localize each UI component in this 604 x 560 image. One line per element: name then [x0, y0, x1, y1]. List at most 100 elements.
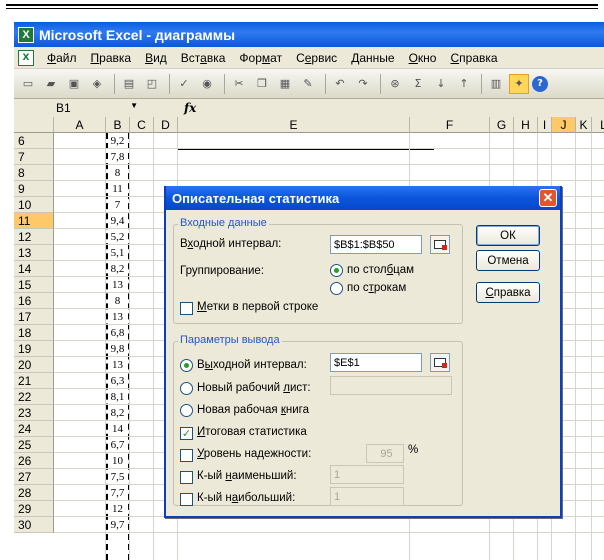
cell-b-value[interactable]: 7,8 — [106, 149, 129, 165]
row-header[interactable]: 22 — [14, 389, 54, 405]
new-document-icon[interactable]: ▭ — [18, 74, 38, 94]
row-header[interactable]: 28 — [14, 485, 54, 501]
row-header[interactable]: 12 — [14, 229, 54, 245]
row-header[interactable]: 7 — [14, 149, 54, 165]
print-preview-icon[interactable]: ◰ — [142, 74, 162, 94]
cell-b-value[interactable]: 9,8 — [106, 341, 129, 357]
cell-b-value[interactable]: 9,7 — [106, 517, 129, 533]
column-header[interactable]: F — [410, 117, 490, 133]
row-header[interactable]: 17 — [14, 309, 54, 325]
cell-b-value[interactable]: 7,7 — [106, 485, 129, 501]
cell-b-value[interactable]: 12 — [106, 501, 129, 517]
kth-largest-field[interactable]: 1 — [330, 487, 404, 506]
cell-b-value[interactable]: 9,2 — [106, 133, 129, 149]
row-header[interactable]: 30 — [14, 517, 54, 533]
menu-item[interactable]: Окно — [402, 51, 444, 65]
output-range-field[interactable]: $E$1 — [330, 353, 422, 372]
cell-b-value[interactable]: 6,3 — [106, 373, 129, 389]
ok-button[interactable]: ОК — [476, 225, 540, 246]
column-header[interactable]: K — [576, 117, 592, 133]
column-header[interactable]: B — [106, 117, 130, 133]
cell-b-value[interactable]: 11 — [106, 181, 129, 197]
cell-b-value[interactable]: 9,4 — [106, 213, 129, 229]
row-header[interactable]: 10 — [14, 197, 54, 213]
row-header[interactable]: 16 — [14, 293, 54, 309]
row-header[interactable]: 23 — [14, 405, 54, 421]
cell-b-value[interactable]: 5,1 — [106, 245, 129, 261]
row-header[interactable]: 27 — [14, 469, 54, 485]
chart-wizard-icon[interactable]: ▥ — [486, 74, 506, 94]
row-header[interactable]: 14 — [14, 261, 54, 277]
row-header[interactable]: 8 — [14, 165, 54, 181]
output-range-radio[interactable] — [180, 359, 193, 372]
new-sheet-radio[interactable] — [180, 382, 193, 395]
save-icon[interactable]: ▣ — [64, 74, 84, 94]
new-workbook-radio[interactable] — [180, 404, 193, 417]
column-header[interactable]: C — [130, 117, 154, 133]
cell-b-value[interactable]: 8,2 — [106, 405, 129, 421]
column-header[interactable]: G — [490, 117, 514, 133]
spelling-icon[interactable]: ✓ — [174, 74, 194, 94]
workbook-icon[interactable]: X — [18, 49, 34, 66]
collapse-dialog-icon[interactable] — [430, 353, 450, 372]
menu-item[interactable]: Формат — [232, 51, 289, 65]
cell-b-value[interactable]: 6,8 — [106, 325, 129, 341]
row-header[interactable]: 20 — [14, 357, 54, 373]
open-folder-icon[interactable]: ▰ — [41, 74, 61, 94]
kth-smallest-checkbox[interactable] — [180, 471, 193, 484]
row-header[interactable]: 21 — [14, 373, 54, 389]
kth-smallest-field[interactable]: 1 — [330, 465, 404, 484]
autosum-icon[interactable]: Σ — [408, 74, 428, 94]
help-button[interactable]: Справка — [476, 282, 540, 303]
cell-b-value[interactable]: 8 — [106, 293, 129, 309]
row-header[interactable]: 11 — [14, 213, 54, 229]
permission-icon[interactable]: ◈ — [87, 74, 107, 94]
sort-descending-icon[interactable]: ↑ — [454, 74, 474, 94]
undo-icon[interactable]: ↶ — [330, 74, 350, 94]
research-icon[interactable]: ◉ — [197, 74, 217, 94]
row-header[interactable]: 29 — [14, 501, 54, 517]
row-header[interactable]: 6 — [14, 133, 54, 149]
cell-b-value[interactable]: 6,7 — [106, 437, 129, 453]
row-header[interactable]: 24 — [14, 421, 54, 437]
paste-icon[interactable]: ▦ — [275, 74, 295, 94]
group-by-columns-radio[interactable] — [330, 264, 343, 277]
menu-item[interactable]: Вставка — [174, 51, 233, 65]
cell-b-value[interactable]: 13 — [106, 277, 129, 293]
menu-item[interactable]: Вид — [138, 51, 174, 65]
confidence-level-field[interactable]: 95 — [366, 444, 404, 463]
column-header[interactable]: L — [592, 117, 604, 133]
select-all-corner[interactable] — [14, 117, 54, 133]
row-header[interactable]: 25 — [14, 437, 54, 453]
new-sheet-name-field[interactable] — [330, 376, 452, 395]
drawing-icon[interactable]: ✦ — [509, 73, 529, 94]
column-header[interactable]: A — [54, 117, 106, 133]
row-header[interactable]: 19 — [14, 341, 54, 357]
menu-item[interactable]: Данные — [344, 51, 401, 65]
cancel-button[interactable]: Отмена — [476, 250, 540, 271]
sort-ascending-icon[interactable]: ↓ — [431, 74, 451, 94]
chevron-down-icon[interactable]: ▼ — [130, 101, 138, 110]
column-header[interactable]: H — [514, 117, 538, 133]
copy-icon[interactable]: ❐ — [252, 74, 272, 94]
menu-item[interactable]: Правка — [84, 51, 139, 65]
column-header[interactable]: J — [552, 117, 576, 133]
print-icon[interactable]: ▤ — [119, 74, 139, 94]
column-header[interactable]: E — [178, 117, 410, 133]
row-header[interactable]: 18 — [14, 325, 54, 341]
cell-b-value[interactable]: 8,1 — [106, 389, 129, 405]
cell-b-value[interactable]: 8,2 — [106, 261, 129, 277]
column-header[interactable]: I — [538, 117, 552, 133]
insert-function-icon[interactable]: fx — [184, 101, 196, 115]
format-painter-icon[interactable]: ✎ — [298, 74, 318, 94]
cell-b-value[interactable]: 14 — [106, 421, 129, 437]
window-title-bar[interactable]: X Microsoft Excel - диаграммы — [14, 22, 604, 47]
labels-first-row-checkbox[interactable] — [180, 302, 193, 315]
row-header[interactable]: 9 — [14, 181, 54, 197]
cell-b-value[interactable]: 10 — [106, 453, 129, 469]
cell-b-value[interactable]: 5,2 — [106, 229, 129, 245]
cut-icon[interactable]: ✂ — [229, 74, 249, 94]
cell-b-value[interactable]: 13 — [106, 309, 129, 325]
help-icon[interactable]: ? — [532, 75, 548, 92]
menu-item[interactable]: Сервис — [289, 51, 344, 65]
